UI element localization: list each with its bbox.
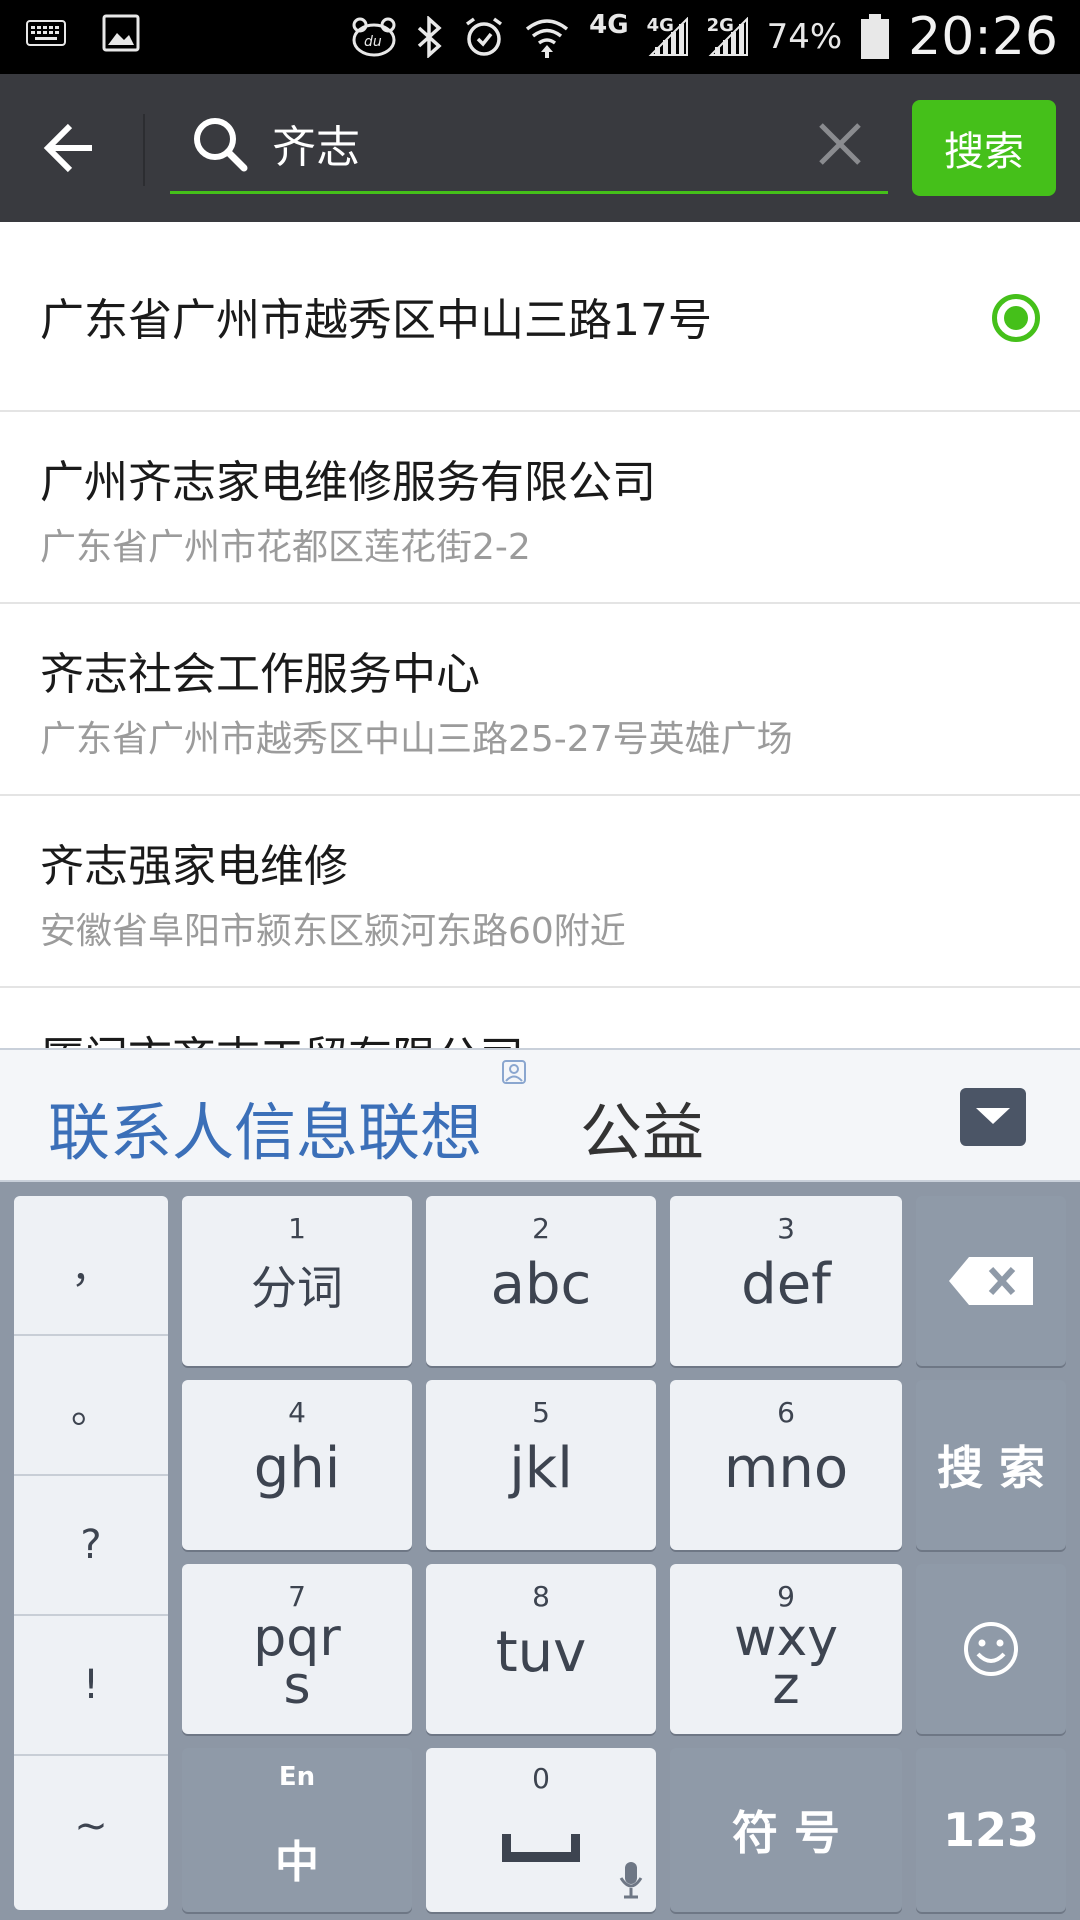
key-label: jkl: [509, 1436, 573, 1501]
key-label-line: z: [772, 1656, 800, 1716]
result-item[interactable]: 齐志强家电维修 安徽省阜阳市颍东区颍河东路60附近: [0, 796, 1080, 988]
result-title: 广东省广州市越秀区中山三路17号: [40, 295, 712, 346]
du-app-icon: du: [351, 17, 397, 57]
back-button[interactable]: [40, 118, 100, 178]
result-title: 广州齐志家电维修服务有限公司: [40, 457, 656, 508]
punct-key-question[interactable]: ?: [14, 1476, 168, 1616]
key-label: 分词: [251, 1261, 343, 1315]
search-key-label: 搜 索: [936, 1441, 1045, 1495]
battery-percent: 74%: [766, 17, 843, 57]
number-key-label: 123: [942, 1803, 1040, 1857]
key-label: ghi: [253, 1436, 341, 1501]
battery-icon: [860, 14, 890, 60]
result-address: 广东省广州市越秀区中山三路25-27号英雄广场: [40, 719, 793, 760]
punctuation-column[interactable]: ， 。 ? ! ~: [14, 1196, 168, 1910]
keyboard-icon: [26, 20, 66, 46]
ime-keyboard: ， 。 ? ! ~ 1 分词 2 abc 3 def 4 ghi 5 jkl 6…: [0, 1182, 1080, 1920]
key-6-mno[interactable]: 6 mno: [670, 1380, 902, 1550]
key-number: 2: [532, 1212, 550, 1245]
key-7-pqrs[interactable]: 7 pqr s: [182, 1564, 412, 1734]
key-number: 5: [532, 1396, 550, 1429]
key-number: 0: [532, 1762, 550, 1795]
key-8-tuv[interactable]: 8 tuv: [426, 1564, 656, 1734]
key-label: def: [741, 1252, 831, 1317]
search-input[interactable]: [272, 110, 752, 176]
wifi-icon: [523, 15, 571, 59]
clock: 20:26: [908, 7, 1058, 67]
status-bar: du 4G 4G 2G 74% 20:26: [0, 0, 1080, 74]
key-label: mno: [723, 1436, 849, 1501]
key-number: 4: [288, 1396, 306, 1429]
candidate-word[interactable]: 公益: [580, 1082, 704, 1172]
punct-key-period[interactable]: 。: [14, 1336, 168, 1476]
symbol-key-label: 符 号: [731, 1806, 840, 1860]
emoji-icon: [916, 1564, 1066, 1734]
microphone-icon: [618, 1860, 644, 1904]
search-toolbar: 搜索: [0, 74, 1080, 222]
key-9-wxyz[interactable]: 9 wxy z: [670, 1564, 902, 1734]
collapse-keyboard-button[interactable]: [960, 1088, 1026, 1146]
network-type-label: 4G: [589, 10, 629, 40]
result-title: 厦门市齐志工贸有限公司: [40, 1022, 524, 1048]
result-title: 齐志强家电维修: [40, 841, 348, 892]
selected-radio-icon: [992, 294, 1040, 342]
gallery-icon: [102, 14, 140, 52]
clear-icon[interactable]: [818, 122, 862, 166]
search-icon: [190, 114, 250, 174]
contact-icon: [500, 1058, 528, 1086]
language-switch-key[interactable]: En 中: [182, 1748, 412, 1912]
key-label-line: wxy: [733, 1608, 839, 1668]
key-number: 3: [777, 1212, 795, 1245]
search-box: [170, 94, 888, 194]
key-number: 6: [777, 1396, 795, 1429]
result-item[interactable]: 广州齐志家电维修服务有限公司 广东省广州市花都区莲花街2-2: [0, 412, 1080, 604]
result-item[interactable]: 厦门市齐志工贸有限公司: [0, 988, 1080, 1048]
signal-sim1-icon: 4G: [646, 15, 689, 57]
key-2-abc[interactable]: 2 abc: [426, 1196, 656, 1366]
space-key[interactable]: 0: [426, 1748, 656, 1912]
candidate-contact-suggestion[interactable]: 联系人信息联想: [48, 1082, 482, 1172]
result-address: 安徽省阜阳市颍东区颍河东路60附近: [40, 911, 626, 952]
key-number: 1: [288, 1212, 306, 1245]
key-3-def[interactable]: 3 def: [670, 1196, 902, 1366]
backspace-icon: [916, 1196, 1066, 1366]
key-label-line: pqr: [253, 1608, 341, 1668]
symbol-key[interactable]: 符 号: [670, 1748, 902, 1912]
search-key[interactable]: 搜 索: [916, 1380, 1066, 1550]
backspace-key[interactable]: [916, 1196, 1066, 1366]
number-key[interactable]: 123: [916, 1748, 1066, 1912]
ime-candidate-bar: 联系人信息联想 公益: [0, 1048, 1080, 1182]
key-5-jkl[interactable]: 5 jkl: [426, 1380, 656, 1550]
toolbar-divider: [143, 114, 145, 186]
key-label: abc: [490, 1252, 592, 1317]
lang-en-label: En: [278, 1762, 316, 1792]
result-address: 广东省广州市花都区莲花街2-2: [40, 527, 531, 568]
bluetooth-icon: [415, 16, 445, 58]
space-icon: [502, 1834, 580, 1868]
result-item[interactable]: 齐志社会工作服务中心 广东省广州市越秀区中山三路25-27号英雄广场: [0, 604, 1080, 796]
punct-key-comma[interactable]: ，: [14, 1196, 168, 1336]
signal-sim2-icon: 2G: [706, 15, 749, 57]
emoji-key[interactable]: [916, 1564, 1066, 1734]
result-title: 齐志社会工作服务中心: [40, 649, 480, 700]
svg-text:du: du: [364, 34, 382, 50]
key-label: tuv: [495, 1620, 587, 1685]
back-arrow-icon: [43, 123, 92, 173]
key-label: pqr s: [182, 1608, 412, 1716]
key-4-ghi[interactable]: 4 ghi: [182, 1380, 412, 1550]
punct-key-tilde[interactable]: ~: [14, 1756, 168, 1896]
key-label: wxy z: [670, 1608, 902, 1716]
lang-zh-label: 中: [275, 1837, 319, 1888]
key-label-line: s: [283, 1656, 311, 1716]
punct-key-exclamation[interactable]: !: [14, 1616, 168, 1756]
search-button[interactable]: 搜索: [912, 100, 1056, 196]
results-list: 广东省广州市越秀区中山三路17号 广州齐志家电维修服务有限公司 广东省广州市花都…: [0, 222, 1080, 1048]
result-item-current-location[interactable]: 广东省广州市越秀区中山三路17号: [0, 222, 1080, 412]
sim2-label: 2G: [706, 15, 734, 36]
sim1-label: 4G: [646, 15, 674, 36]
alarm-icon: [463, 16, 505, 58]
key-1-segment[interactable]: 1 分词: [182, 1196, 412, 1366]
key-number: 8: [532, 1580, 550, 1613]
